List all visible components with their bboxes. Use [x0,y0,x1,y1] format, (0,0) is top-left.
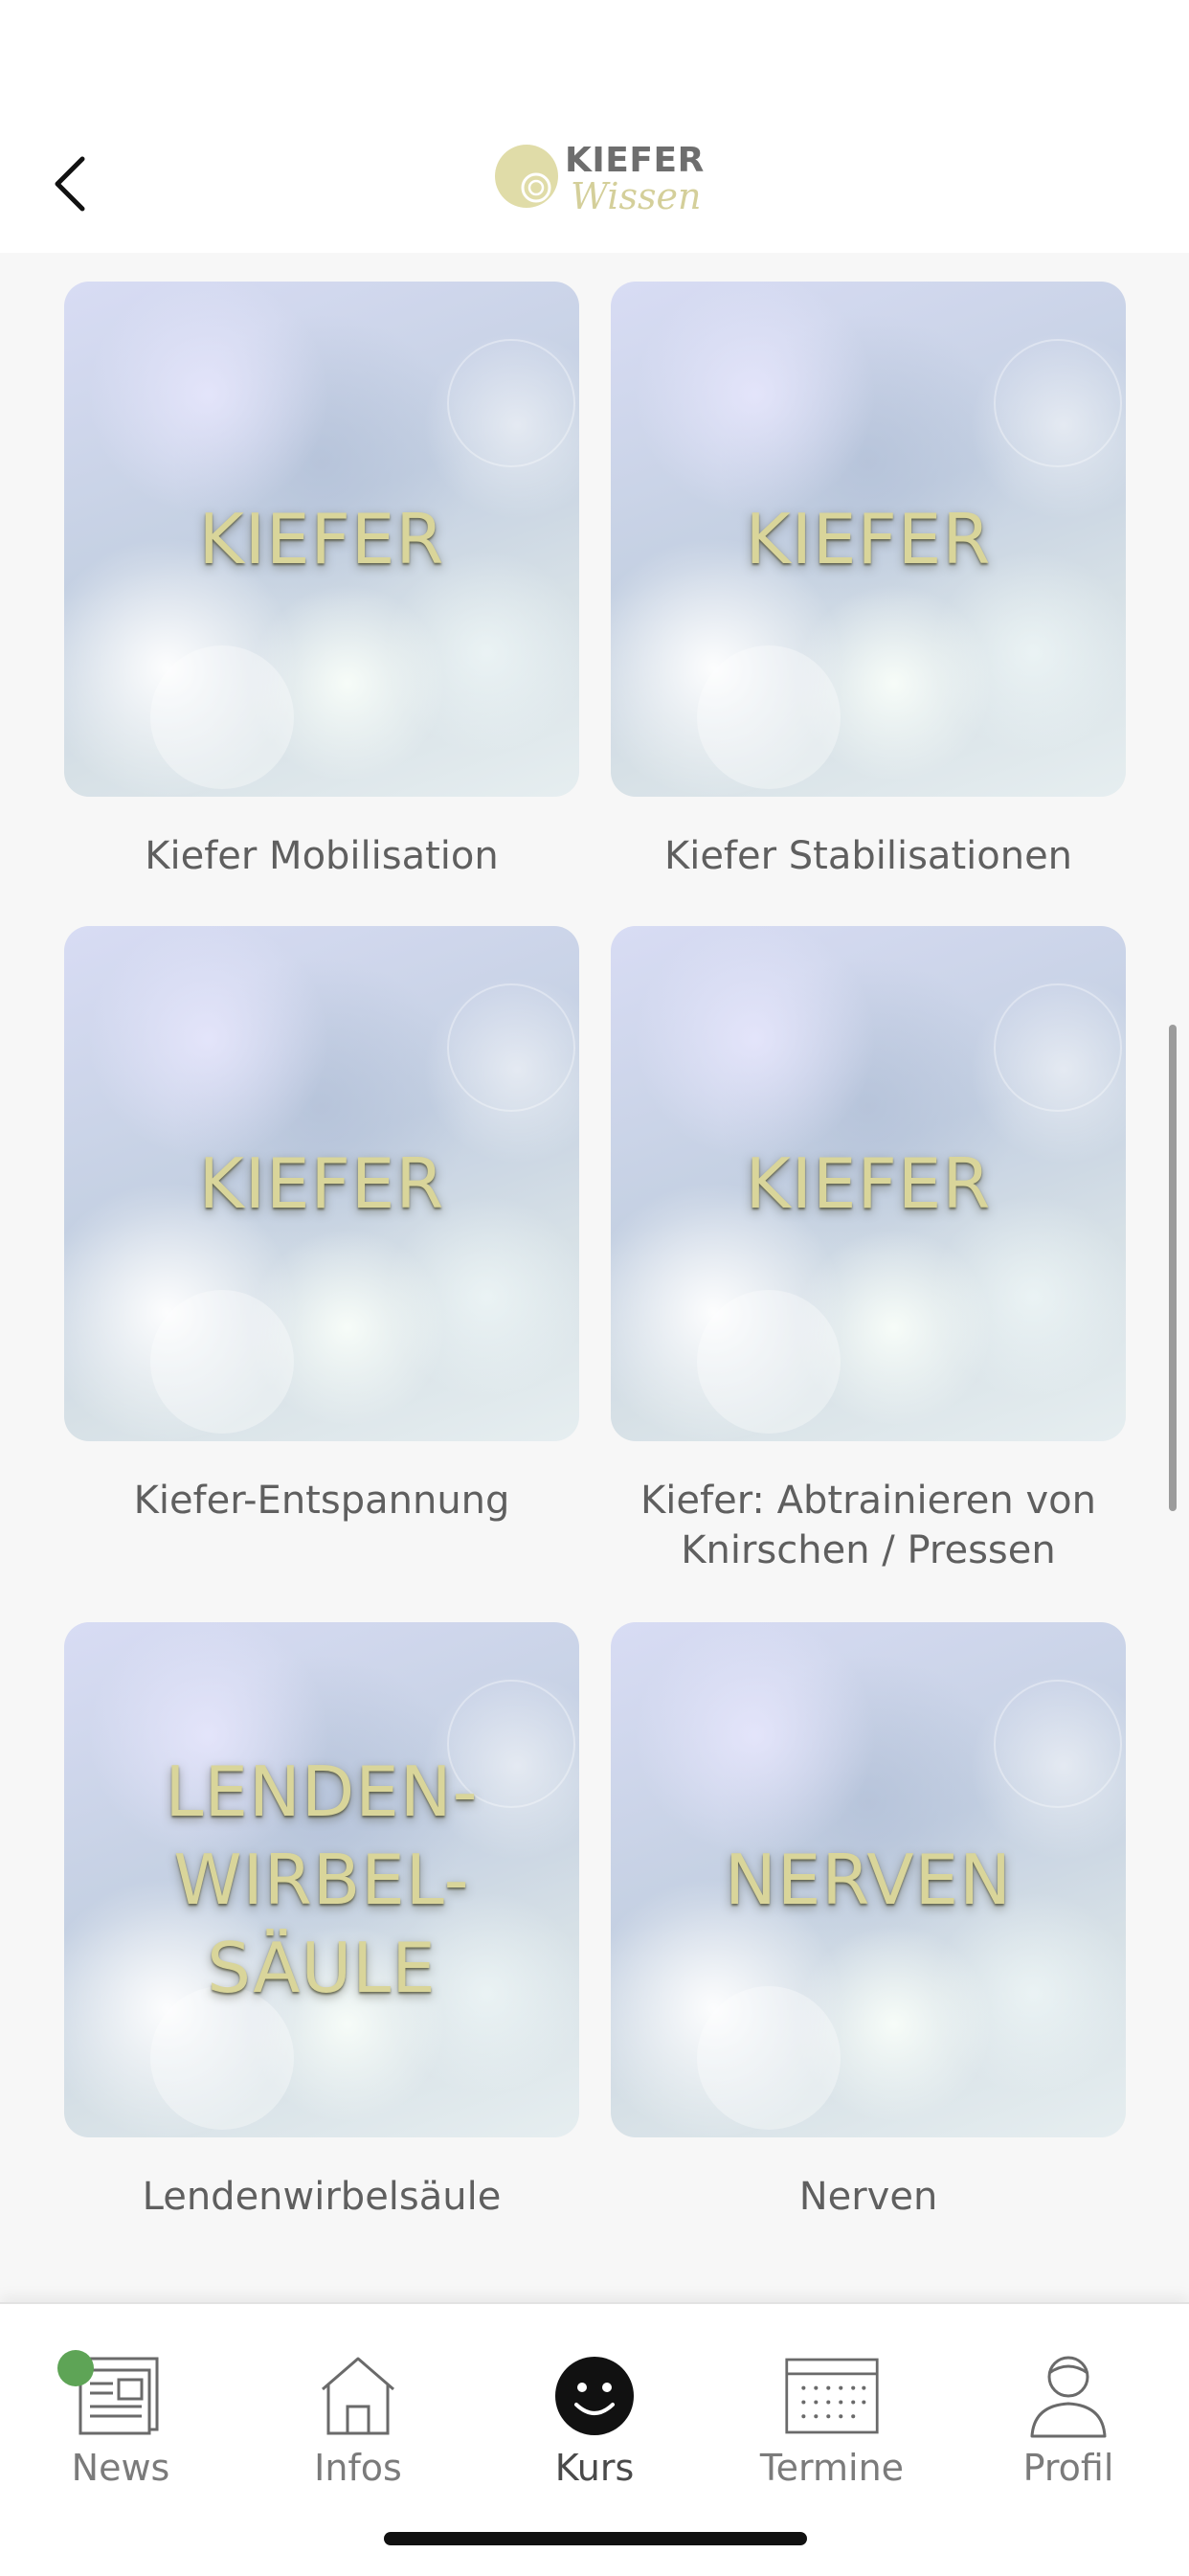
user-icon [1021,2348,1116,2444]
course-thumbnail-title: KIEFER [198,499,445,579]
course-card-lendenwirbelsaeule[interactable]: LENDEN- WIRBEL- SÄULE Lendenwirbelsäule [64,1622,579,2222]
tab-profil[interactable]: Profil [950,2304,1187,2496]
course-title[interactable]: Kiefer: Abtrainieren von Knirschen / Pre… [611,1476,1126,1575]
logo-mark-icon [495,145,558,208]
course-grid: KIEFER Kiefer Mobilisation KIEFER Kiefer… [0,253,1189,2302]
chevron-left-icon [55,156,85,212]
home-indicator[interactable] [384,2532,807,2545]
course-card-nerven[interactable]: NERVEN Nerven [611,1622,1126,2222]
course-title[interactable]: Kiefer-Entspannung [64,1476,579,1525]
vertical-scrollbar[interactable] [1169,1025,1177,1511]
course-thumbnail[interactable]: NERVEN [611,1622,1126,2137]
app-logo: KIEFER Wissen [494,140,704,226]
course-card-kiefer-entspannung[interactable]: KIEFER Kiefer-Entspannung [64,926,579,1525]
course-thumbnail[interactable]: KIEFER [611,926,1126,1441]
course-title[interactable]: Lendenwirbelsäule [64,2172,579,2222]
notification-badge [57,2350,94,2386]
tab-infos[interactable]: Infos [239,2304,477,2496]
course-thumbnail-title: KIEFER [198,1143,445,1224]
course-card-kiefer-mobilisation[interactable]: KIEFER Kiefer Mobilisation [64,282,579,881]
tab-infos-label: Infos [314,2447,402,2489]
course-thumbnail-title: KIEFER [745,499,992,579]
course-thumbnail[interactable]: LENDEN- WIRBEL- SÄULE [64,1622,579,2137]
tab-news-label: News [71,2447,170,2489]
tab-termine-label: Termine [759,2447,905,2489]
course-thumbnail-title: LENDEN- WIRBEL- SÄULE [165,1751,479,2008]
tab-news[interactable]: News [2,2304,239,2496]
tab-profil-label: Profil [1022,2447,1114,2489]
course-thumbnail[interactable]: KIEFER [64,926,579,1441]
course-thumbnail-title: NERVEN [724,1840,1013,1920]
course-title[interactable]: Kiefer Stabilisationen [611,831,1126,881]
logo-wordmark: KIEFER [565,141,705,180]
tab-termine[interactable]: Termine [713,2304,951,2496]
tab-kurs[interactable]: Kurs [476,2304,713,2496]
course-card-kiefer-stabilisationen[interactable]: KIEFER Kiefer Stabilisationen [611,282,1126,881]
course-title[interactable]: Kiefer Mobilisation [64,831,579,881]
logo-script: Wissen [571,175,702,217]
app-header: KIEFER Wissen [0,0,1189,253]
smiley-icon [547,2348,642,2444]
course-title[interactable]: Nerven [611,2172,1126,2222]
course-thumbnail[interactable]: KIEFER [611,282,1126,797]
tab-kurs-label: Kurs [554,2447,635,2489]
home-icon [310,2348,406,2444]
course-thumbnail-title: KIEFER [745,1143,992,1224]
back-button[interactable] [42,151,96,216]
course-card-kiefer-knirschen[interactable]: KIEFER Kiefer: Abtrainieren von Knirsche… [611,926,1126,1575]
calendar-icon [784,2348,880,2444]
course-thumbnail[interactable]: KIEFER [64,282,579,797]
